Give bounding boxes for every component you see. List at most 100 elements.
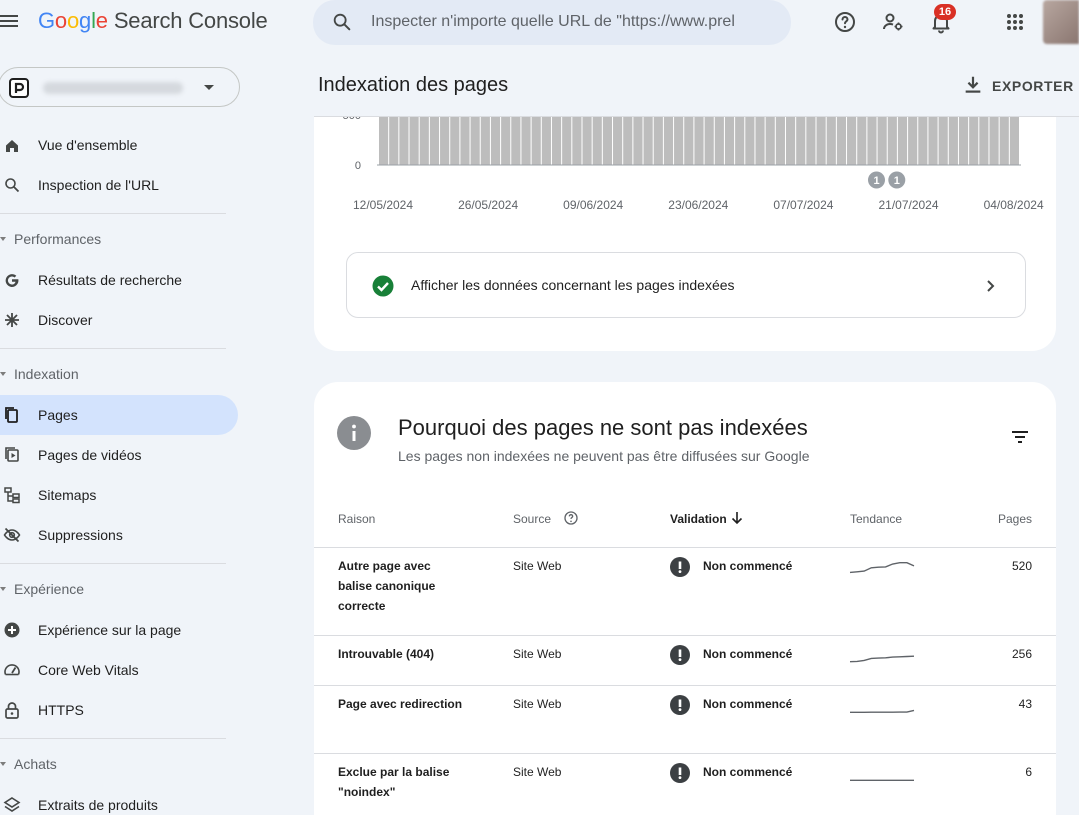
chart-bar (745, 117, 755, 165)
menu-icon[interactable] (0, 12, 20, 32)
sidebar-item-sitemaps[interactable]: Sitemaps (0, 475, 238, 515)
chart-bar (602, 117, 613, 165)
row-reason[interactable]: Autre page avec balise canonique correct… (338, 556, 468, 616)
chart-bar (836, 117, 847, 165)
row-pages-count: 520 (1011, 559, 1032, 573)
apps-icon[interactable] (1003, 10, 1027, 34)
product-name: Search Console (113, 8, 268, 33)
not-indexed-card: Pourquoi des pages ne sont pas indexées … (314, 382, 1056, 815)
row-pages-count: 256 (1011, 647, 1032, 661)
google-g-icon (5, 274, 19, 287)
sidebar-item-label: Discover (38, 312, 93, 328)
column-header-reason[interactable]: Raison (338, 512, 375, 526)
chart-x-tick-label: 09/06/2024 (563, 198, 623, 212)
sidebar-section-performances[interactable]: Performances (0, 231, 230, 251)
notifications-badge: 16 (934, 4, 956, 20)
check-circle-icon (372, 275, 394, 297)
sidebar-item-label: Suppressions (38, 527, 123, 543)
chart-bar (958, 117, 969, 165)
row-validation: Non commencé (670, 644, 810, 668)
sidebar-divider (0, 213, 226, 214)
sidebar-item-discover[interactable]: Discover (0, 300, 238, 340)
chart-bar (969, 117, 979, 165)
chart-bar (521, 117, 531, 165)
sidebar-item-core-web-vitals[interactable]: Core Web Vitals (0, 650, 238, 690)
help-icon[interactable] (833, 10, 857, 34)
property-selector[interactable] (0, 67, 240, 107)
sidebar-section-indexation[interactable]: Indexation (0, 366, 230, 386)
chart-bar (694, 117, 704, 165)
sidebar-item-pages-de-videos[interactable]: Pages de vidéos (0, 435, 238, 475)
sidebar-item-inspection-de-l-url[interactable]: Inspection de l'URL (0, 165, 238, 205)
sidebar-section-exp-rience[interactable]: Expérience (0, 581, 230, 601)
row-reason[interactable]: Page avec redirection (338, 694, 468, 714)
sidebar-item-label: Extraits de produits (38, 797, 158, 813)
url-inspection-search[interactable] (313, 0, 791, 45)
chart-x-tick-label: 12/05/2024 (353, 198, 413, 212)
property-logo-icon (9, 78, 29, 98)
chart-bar (877, 117, 887, 165)
column-header-source[interactable]: Source (513, 512, 551, 526)
logo-letter: G (38, 8, 55, 33)
row-divider (314, 685, 1056, 686)
row-validation: Non commencé (670, 694, 810, 718)
row-source: Site Web (513, 559, 562, 573)
sidebar-item-resultats-de-recherche[interactable]: Résultats de recherche (0, 260, 238, 300)
manage-accounts-icon[interactable] (881, 10, 905, 34)
sidebar-item-vue-d-ensemble[interactable]: Vue d'ensemble (0, 125, 238, 165)
chart-bar (633, 117, 643, 165)
column-header-validation[interactable]: Validation (670, 512, 727, 526)
sidebar-item-label: Pages de vidéos (38, 447, 142, 463)
sidebar-item-pages[interactable]: Pages (0, 395, 238, 435)
chart-bar (724, 117, 735, 165)
sidebar-section-achats[interactable]: Achats (0, 756, 230, 776)
chart-bar (389, 117, 399, 165)
sidebar-section-label: Indexation (14, 366, 79, 382)
row-reason[interactable]: Exclue par la balise "noindex" (338, 762, 468, 802)
app-logo[interactable]: Google Search Console (38, 8, 268, 34)
logo-letter: o (66, 8, 80, 33)
sitemap-icon (4, 487, 20, 504)
chart-bar (714, 117, 724, 165)
view-indexed-pages-link[interactable]: Afficher les données concernant les page… (346, 252, 1026, 318)
chart-bar (897, 117, 908, 165)
section-caret-icon (0, 237, 6, 241)
chart-bar (623, 117, 633, 165)
chart-bar (501, 117, 511, 165)
chart-bar (613, 117, 623, 165)
search-input[interactable] (371, 11, 771, 33)
sidebar-section-label: Performances (14, 231, 102, 247)
chart-bar (653, 117, 663, 165)
sidebar-item-extraits-de-produits[interactable]: Extraits de produits (0, 785, 238, 815)
chart-bar (490, 117, 501, 165)
avatar[interactable] (1043, 0, 1079, 44)
card-subtitle: Les pages non indexées ne peuvent pas êt… (398, 448, 810, 464)
visibility-off-icon (3, 527, 21, 543)
chart-bar (429, 117, 440, 165)
row-reason[interactable]: Introuvable (404) (338, 644, 468, 664)
chart-bar (551, 117, 562, 165)
sidebar-item-label: Core Web Vitals (38, 662, 139, 678)
row-source: Site Web (513, 765, 562, 779)
chart-bar (450, 117, 460, 165)
arrow-down-icon[interactable] (730, 511, 744, 525)
search-icon (5, 178, 20, 193)
sidebar-item-https[interactable]: HTTPS (0, 690, 238, 730)
sidebar-item-experience-sur-la-page[interactable]: Expérience sur la page (0, 610, 238, 650)
chart-bar (867, 117, 877, 165)
trend-sparkline (849, 655, 915, 663)
filter-icon[interactable] (1009, 426, 1031, 448)
exclamation-circle-icon (670, 763, 690, 783)
column-header-trend[interactable]: Tendance (850, 512, 902, 526)
chart-bar (887, 117, 897, 165)
logo-letter: o (54, 8, 67, 33)
section-caret-icon (0, 372, 6, 376)
chart-bar (857, 117, 867, 165)
property-name-redacted (43, 82, 183, 94)
chart-bar (928, 117, 938, 165)
column-header-pages[interactable]: Pages (998, 512, 1032, 526)
chart-bar (562, 117, 572, 165)
chart-bar (826, 117, 836, 165)
sidebar-item-suppressions[interactable]: Suppressions (0, 515, 238, 555)
help-icon[interactable] (563, 510, 579, 526)
